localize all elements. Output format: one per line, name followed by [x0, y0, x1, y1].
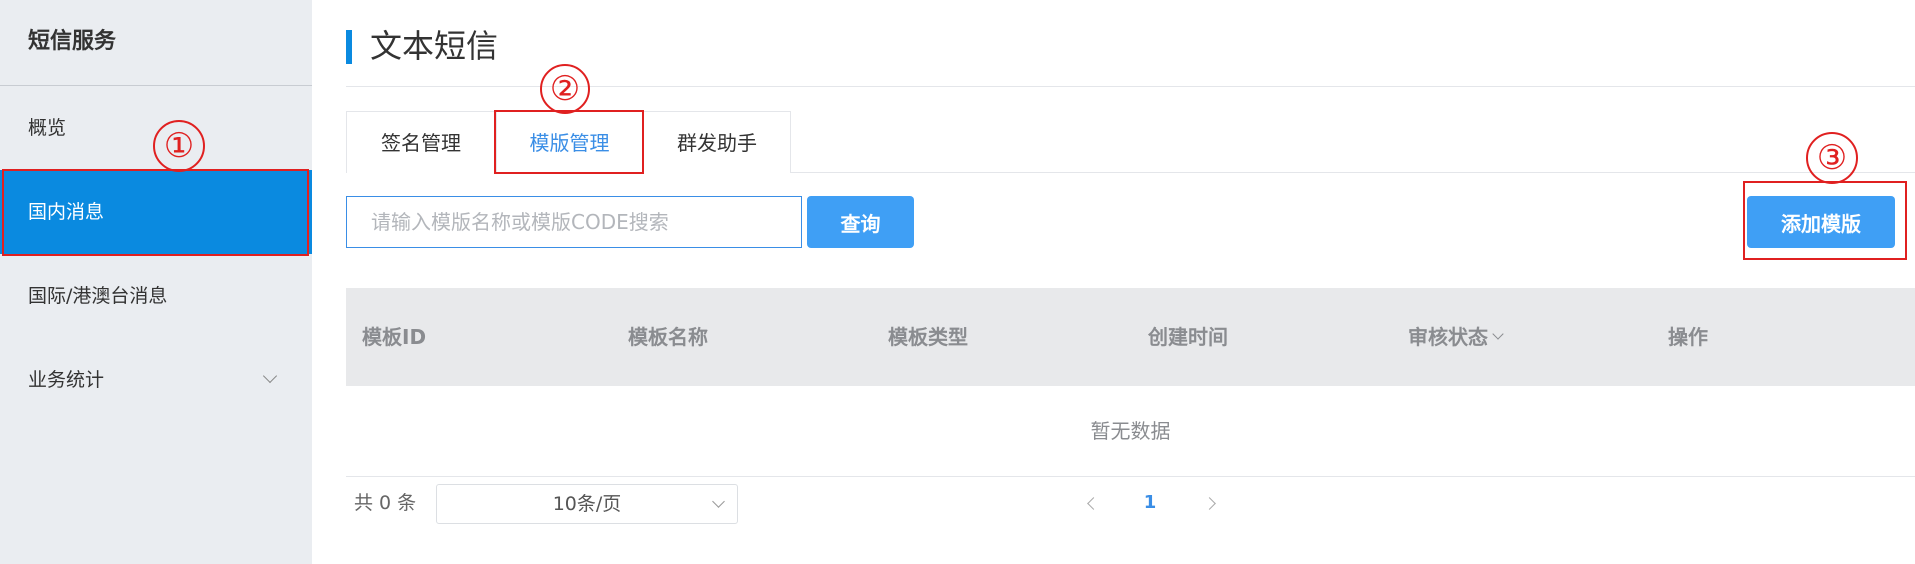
column-template-name: 模板名称 — [628, 325, 708, 349]
tab-signature-management[interactable]: 签名管理 — [346, 111, 496, 173]
annotation-marker-1: ① — [153, 120, 205, 172]
annotation-marker-3: ③ — [1806, 132, 1858, 184]
column-review-status-label: 审核状态 — [1408, 325, 1488, 349]
empty-state-text: 暂无数据 — [1090, 419, 1171, 443]
chevron-down-icon — [1492, 328, 1504, 340]
sidebar-item-business-statistics[interactable]: 业务统计 — [0, 338, 312, 422]
sidebar: 短信服务 概览 国内消息 国际/港澳台消息 业务统计 — [0, 0, 312, 564]
column-actions: 操作 — [1668, 325, 1708, 349]
page-size-value: 10条/页 — [552, 493, 622, 515]
sidebar-item-international-messages[interactable]: 国际/港澳台消息 — [0, 254, 312, 338]
table-bottom-border — [346, 476, 1915, 477]
chevron-right-icon[interactable] — [1202, 492, 1222, 516]
page-number-current[interactable]: 1 — [1138, 488, 1162, 518]
sidebar-title: 短信服务 — [0, 0, 312, 86]
chevron-down-icon — [712, 495, 725, 508]
chevron-down-icon — [262, 338, 278, 422]
annotation-marker-2: ② — [540, 64, 590, 114]
page-size-select[interactable]: 10条/页 — [436, 484, 738, 524]
query-button[interactable]: 查询 — [807, 196, 914, 248]
chevron-left-icon[interactable] — [1082, 492, 1102, 516]
table-header: 模板ID 模板名称 模板类型 创建时间 审核状态 操作 — [346, 288, 1915, 386]
annotation-box-1 — [2, 169, 309, 256]
search-input[interactable] — [346, 196, 802, 248]
column-template-type: 模板类型 — [888, 325, 968, 349]
annotation-box-3 — [1743, 181, 1907, 260]
column-review-status[interactable]: 审核状态 — [1408, 288, 1504, 386]
annotation-box-2 — [494, 110, 644, 174]
sidebar-item-label: 业务统计 — [28, 369, 105, 391]
tab-bulk-send-assistant[interactable]: 群发助手 — [643, 111, 791, 173]
column-template-id: 模板ID — [362, 325, 427, 349]
page-title: 文本短信 — [370, 27, 499, 65]
column-created-time: 创建时间 — [1148, 325, 1228, 349]
total-count: 共 0 条 — [354, 492, 417, 514]
title-accent-bar — [346, 30, 352, 64]
app-window: 短信服务 概览 国内消息 国际/港澳台消息 业务统计 ① 文本短信 签名管理 模… — [0, 0, 1915, 564]
